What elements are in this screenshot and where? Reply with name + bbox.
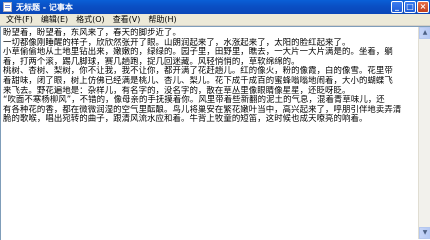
vertical-scrollbar[interactable]: ▲ ▼ [418, 27, 430, 239]
text-line: 桃树、杏树、梨树，你不让我，我不让你，都开满了花赶趟儿。红的像火，粉的像霞，白的… [3, 66, 393, 76]
text-editor-area[interactable]: 盼望着，盼望着，东风来了，春天的脚步近了。 一切都像刚睡醒的样子，欣欣然张开了眼… [0, 26, 430, 240]
menu-help[interactable]: 帮助(H) [144, 14, 180, 25]
text-line: 盼望着，盼望着，东风来了，春天的脚步近了。 [3, 28, 181, 37]
text-line: 来飞去。野花遍地是：杂样儿，有名字的，没名字的，散在草丛里像眼睛像星星，还眨呀眨… [3, 85, 351, 95]
text-line: “吹面不寒杨柳风”，不错的，像母亲的手抚摸着你。风里带着些新翻的泥土的气息，混着… [3, 95, 385, 105]
menu-edit[interactable]: 编辑(E) [37, 14, 72, 25]
text-line: 脆的歌喉，唱出宛转的曲子，跟清风流水应和着。牛背上牧童的短笛，这时候也成天嘹亮的… [3, 114, 368, 124]
document-text[interactable]: 盼望着，盼望着，东风来了，春天的脚步近了。 一切都像刚睡醒的样子，欣欣然张开了眼… [3, 28, 416, 240]
text-line: 一切都像刚睡醒的样子，欣欣然张开了眼。山朗润起来了，水涨起来了，太阳的脸红起来了… [3, 37, 351, 47]
minimize-button[interactable]: _ [391, 1, 403, 13]
notepad-window: 无标题 - 记事本 _ □ × 文件(F) 编辑(E) 格式(O) 查看(V) … [0, 0, 430, 240]
close-button[interactable]: × [417, 1, 429, 13]
scroll-down-arrow-icon[interactable]: ▼ [419, 227, 430, 239]
maximize-button[interactable]: □ [404, 1, 416, 13]
window-controls: _ □ × [391, 1, 429, 13]
notepad-icon[interactable] [3, 2, 12, 12]
menu-view[interactable]: 查看(V) [109, 14, 145, 25]
menu-bar: 文件(F) 编辑(E) 格式(O) 查看(V) 帮助(H) [0, 14, 430, 26]
text-line: 有各种花的香，都在微微润湿的空气里酝酿。鸟儿将巢安在繁花嫩叶当中，高兴起来了，呼… [3, 104, 402, 114]
window-title: 无标题 - 记事本 [16, 2, 73, 12]
text-line: 小草偷偷地从土地里钻出来，嫩嫩的，绿绿的。园子里，田野里，瞧去，一大片一大片满是… [3, 47, 393, 57]
text-line: 着，打两个滚，踢几脚球，赛几趟跑，捉几回迷藏。风轻悄悄的，草软绵绵的。 [3, 56, 300, 66]
text-line: 着甜味，闭了眼，树上仿佛已经满是桃儿、杏儿、梨儿。花下成千成百的蜜蜂嗡嗡地闹着，… [3, 75, 393, 85]
menu-format[interactable]: 格式(O) [72, 14, 109, 25]
title-bar[interactable]: 无标题 - 记事本 _ □ × [0, 0, 430, 14]
menu-file[interactable]: 文件(F) [2, 14, 37, 25]
scroll-up-arrow-icon[interactable]: ▲ [419, 27, 430, 39]
